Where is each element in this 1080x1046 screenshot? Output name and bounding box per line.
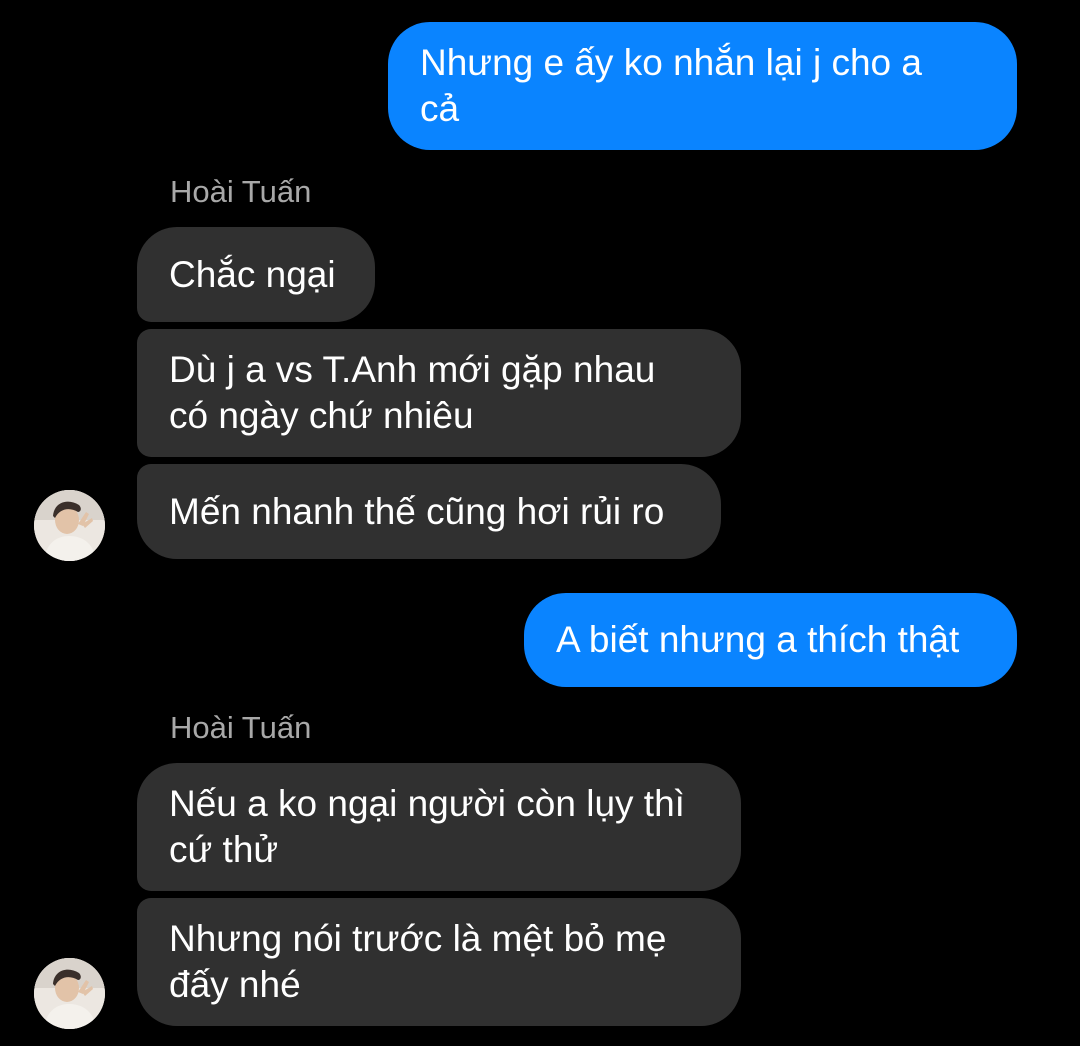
sender-avatar[interactable]	[34, 958, 105, 1029]
avatar-photo-icon	[34, 958, 105, 1029]
incoming-message[interactable]: Dù j a vs T.Anh mới gặp nhau có ngày chứ…	[137, 329, 741, 457]
message-text: Dù j a vs T.Anh mới gặp nhau có ngày chứ…	[169, 349, 656, 436]
message-text: Nhưng nói trước là mệt bỏ mẹ đấy nhé	[169, 918, 667, 1005]
incoming-message[interactable]: Chắc ngại	[137, 227, 375, 322]
outgoing-message[interactable]: Nhưng e ấy ko nhắn lại j cho a cả	[388, 22, 1017, 150]
message-text: A biết nhưng a thích thật	[556, 619, 960, 660]
message-text: Chắc ngại	[169, 253, 336, 295]
sender-name: Hoài Tuấn	[170, 710, 312, 745]
incoming-message[interactable]: Nếu a ko ngại người còn lụy thì cứ thử	[137, 763, 741, 891]
message-text: Nhưng e ấy ko nhắn lại j cho a cả	[420, 42, 922, 129]
incoming-message[interactable]: Mến nhanh thế cũng hơi rủi ro	[137, 464, 721, 559]
message-text: Nếu a ko ngại người còn lụy thì cứ thử	[169, 783, 685, 870]
sender-name: Hoài Tuấn	[170, 174, 312, 209]
avatar-photo-icon	[34, 490, 105, 561]
message-text: Mến nhanh thế cũng hơi rủi ro	[169, 490, 665, 532]
incoming-message[interactable]: Nhưng nói trước là mệt bỏ mẹ đấy nhé	[137, 898, 741, 1026]
sender-avatar[interactable]	[34, 490, 105, 561]
outgoing-message[interactable]: A biết nhưng a thích thật	[524, 593, 1017, 687]
